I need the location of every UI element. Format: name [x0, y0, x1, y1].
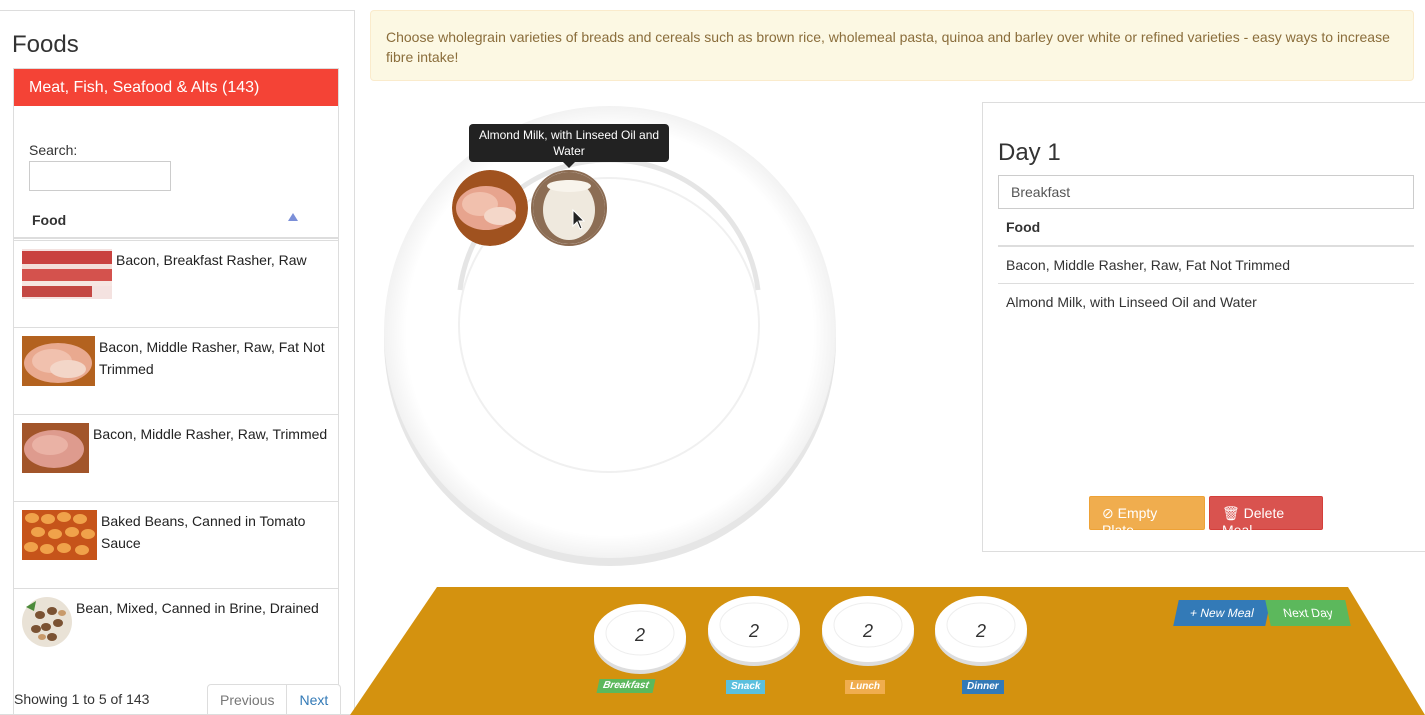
bacon-thumbnail	[22, 249, 112, 299]
food-column-header[interactable]: Food	[14, 199, 338, 239]
plate-item-bacon[interactable]	[452, 170, 528, 246]
food-tooltip: Almond Milk, with Linseed Oil and Water	[469, 124, 669, 168]
next-day-button[interactable]: Next Day	[1265, 600, 1351, 626]
meal-food-column-header: Food	[998, 209, 1414, 247]
bacon-trimmed-thumbnail	[22, 423, 89, 473]
dinner-label[interactable]: Dinner	[962, 680, 1004, 694]
food-row[interactable]: Baked Beans, Canned in Tomato Sauce	[14, 501, 338, 588]
search-input[interactable]	[29, 161, 171, 191]
bacon-plate-icon	[452, 170, 528, 246]
food-name: Bacon, Middle Rasher, Raw, Trimmed	[93, 426, 328, 442]
day-title: Day 1	[998, 139, 1061, 166]
category-header[interactable]: Meat, Fish, Seafood & Alts (143)	[14, 69, 338, 106]
foods-title: Foods	[12, 31, 79, 58]
breakfast-label[interactable]: Breakfast	[596, 679, 656, 693]
tip-alert: Choose wholegrain varieties of breads an…	[370, 10, 1414, 81]
food-row[interactable]: Bacon, Middle Rasher, Raw, Trimmed	[14, 414, 338, 501]
food-row[interactable]: Bean, Mixed, Canned in Brine, Drained	[14, 588, 338, 675]
sort-ascending-icon[interactable]	[288, 213, 298, 221]
food-row[interactable]: Bacon, Breakfast Rasher, Raw	[14, 240, 338, 327]
food-row[interactable]: Bacon, Middle Rasher, Raw, Fat Not Trimm…	[14, 327, 338, 414]
plate[interactable]	[380, 100, 840, 570]
next-page-button[interactable]: Next	[287, 684, 342, 714]
dinner-count: 2	[975, 621, 986, 641]
search-label: Search:	[29, 142, 78, 158]
mixed-bean-thumbnail	[22, 597, 72, 647]
food-name: Bacon, Breakfast Rasher, Raw	[116, 252, 307, 268]
bacon-middle-rasher-thumbnail	[22, 336, 95, 386]
delete-meal-button[interactable]: 🗑 Delete Meal	[1209, 496, 1323, 538]
food-column-label: Food	[32, 212, 67, 228]
lunch-label[interactable]: Lunch	[845, 680, 885, 694]
meal-food-table: Food Bacon, Middle Rasher, Raw, Fat Not …	[998, 209, 1414, 321]
foods-panel: Foods Meat, Fish, Seafood & Alts (143) S…	[0, 10, 355, 715]
snack-count: 2	[748, 621, 759, 641]
food-name: Baked Beans, Canned in Tomato Sauce	[101, 513, 306, 551]
meal-name-input[interactable]	[998, 175, 1414, 209]
new-meal-button[interactable]: + New Meal	[1173, 600, 1271, 626]
meal-food-row[interactable]: Bacon, Middle Rasher, Raw, Fat Not Trimm…	[998, 247, 1414, 284]
baked-beans-thumbnail	[22, 510, 97, 560]
snack-label[interactable]: Snack	[726, 680, 766, 694]
meal-food-row[interactable]: Almond Milk, with Linseed Oil and Water	[998, 284, 1414, 321]
food-name: Bacon, Middle Rasher, Raw, Fat Not Trimm…	[99, 339, 325, 377]
empty-plate-button[interactable]: ⊘ Empty Plate	[1089, 496, 1205, 538]
day-panel: Day 1 Food Bacon, Middle Rasher, Raw, Fa…	[982, 102, 1425, 552]
lunch-count: 2	[862, 621, 873, 641]
previous-page-button[interactable]: Previous	[207, 684, 288, 714]
pager-info: Showing 1 to 5 of 143 entries	[14, 691, 150, 714]
pagination: Previous Next	[207, 684, 342, 714]
food-name: Bean, Mixed, Canned in Brine, Drained	[76, 600, 319, 616]
category-box: Meat, Fish, Seafood & Alts (143) Search:…	[13, 68, 342, 714]
breakfast-count: 2	[634, 625, 645, 645]
plate-item-almond-milk[interactable]	[531, 170, 607, 246]
